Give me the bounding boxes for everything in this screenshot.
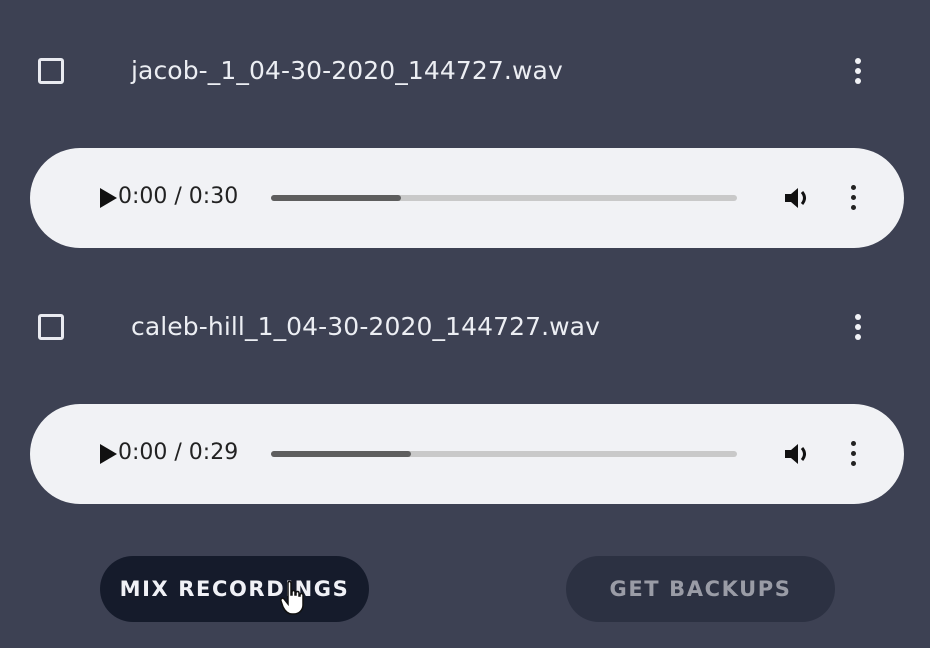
file-name: jacob-_1_04-30-2020_144727.wav <box>131 56 563 85</box>
seek-bar[interactable] <box>271 195 737 201</box>
seek-progress <box>271 195 402 201</box>
select-checkbox[interactable] <box>38 314 64 340</box>
more-options-icon[interactable] <box>848 50 868 90</box>
mix-recordings-button[interactable]: MIX RECORDINGS <box>100 556 369 622</box>
file-name: caleb-hill_1_04-30-2020_144727.wav <box>131 312 601 341</box>
audio-player: 0:00 / 0:30 <box>30 148 904 248</box>
play-icon <box>100 444 117 464</box>
more-options-icon[interactable] <box>848 306 868 346</box>
select-checkbox[interactable] <box>38 58 64 84</box>
audio-player: 0:00 / 0:29 <box>30 404 904 504</box>
volume-icon[interactable] <box>781 438 813 470</box>
player-menu-icon[interactable] <box>846 439 862 469</box>
player-menu-icon[interactable] <box>846 183 862 213</box>
volume-icon[interactable] <box>781 182 813 214</box>
seek-progress <box>271 451 411 457</box>
play-icon <box>100 188 117 208</box>
get-backups-button[interactable]: GET BACKUPS <box>566 556 835 622</box>
time-display: 0:00 / 0:29 <box>118 440 239 465</box>
recording-row: caleb-hill_1_04-30-2020_144727.wav <box>0 302 930 358</box>
seek-bar[interactable] <box>271 451 737 457</box>
recording-row: jacob-_1_04-30-2020_144727.wav <box>0 46 930 102</box>
hand-cursor-icon <box>280 580 306 616</box>
time-display: 0:00 / 0:30 <box>118 184 239 209</box>
